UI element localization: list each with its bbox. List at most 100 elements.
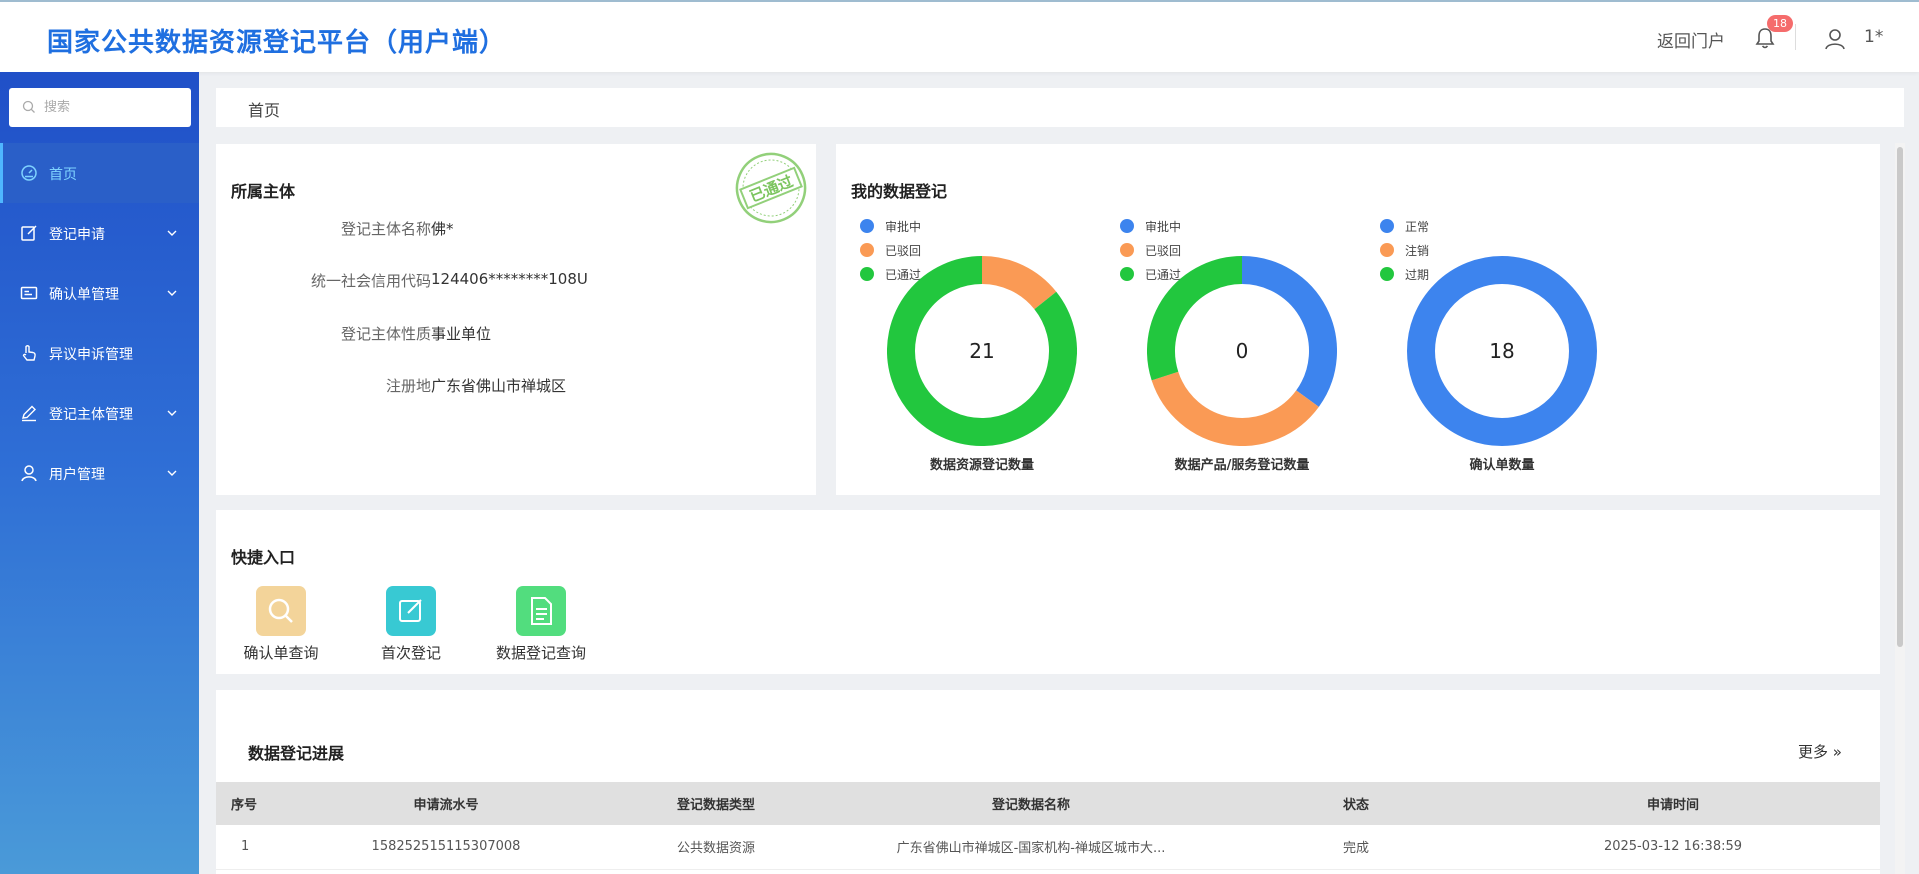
- subject-row-name: 登记主体名称 佛*: [216, 218, 816, 242]
- chevron-down-icon: [167, 230, 177, 236]
- subject-row-address: 注册地 广东省佛山市禅城区: [216, 375, 816, 399]
- search-input[interactable]: [44, 96, 184, 118]
- subject-card-title: 所属主体: [231, 182, 296, 201]
- donut-caption: 确认单数量: [1469, 458, 1535, 473]
- donut-chart-product: 0: [1147, 256, 1337, 446]
- edit-icon: [386, 586, 436, 636]
- table-cell: 公共数据资源: [616, 825, 816, 870]
- my-registration-card: 我的数据登记 审批中 已驳回 已通过 21 数据资源登记数量 审批中 已驳回 已…: [836, 144, 1880, 495]
- column-header: 状态: [1246, 782, 1466, 825]
- scrollbar-thumb[interactable]: [1897, 147, 1903, 647]
- subject-row-nature: 登记主体性质 事业单位: [216, 323, 816, 347]
- approved-stamp: 已通过: [735, 152, 807, 224]
- legend-dot: [860, 267, 874, 281]
- subject-value: 事业单位: [431, 325, 492, 343]
- sidebar-item-confirmation-management[interactable]: 确认单管理: [0, 263, 199, 323]
- subject-card: 所属主体 已通过 登记主体名称 佛* 统一社会信用代码 124406******…: [216, 144, 816, 495]
- donut-caption: 数据资源登记数量: [929, 458, 1034, 473]
- column-header: 申请流水号: [276, 782, 616, 825]
- sidebar-item-user-management[interactable]: 用户管理: [0, 443, 199, 503]
- notification-badge: 18: [1767, 15, 1793, 32]
- column-header: 登记数据名称: [816, 782, 1246, 825]
- pen-icon: [22, 405, 36, 422]
- donut-slice: [1241, 256, 1337, 407]
- quick-label: 确认单查询: [243, 644, 319, 662]
- subject-label: 统一社会信用代码: [310, 272, 431, 290]
- chevron-down-icon: [167, 290, 177, 296]
- donut-chart-resource: 21: [887, 256, 1077, 446]
- sidebar: 首页 登记申请 确认单管理 异议申诉管理 登记主体管理: [0, 72, 199, 874]
- user-avatar-icon[interactable]: [1824, 27, 1846, 51]
- dashboard-icon: [21, 165, 37, 181]
- table-cell: 2025-03-12 16:38:59: [1466, 825, 1880, 870]
- main-scrollbar[interactable]: [1895, 143, 1905, 874]
- top-header: 国家公共数据资源登记平台（用户端） 返回门户 18 1*: [0, 0, 1919, 72]
- progress-title: 数据登记进展: [248, 744, 345, 763]
- sidebar-item-label: 用户管理: [49, 467, 105, 483]
- id-card-icon: [20, 286, 38, 300]
- sidebar-item-label: 登记主体管理: [49, 407, 133, 423]
- subject-row-credit-code: 统一社会信用代码 124406********108U: [216, 270, 816, 294]
- progress-table: 序号 申请流水号 登记数据类型 登记数据名称 状态 申请时间 1 1582525…: [216, 782, 1880, 870]
- donut-slice: [1151, 371, 1319, 446]
- subject-label: 注册地: [385, 377, 431, 395]
- header-divider: [1795, 24, 1796, 50]
- legend-dot: [860, 243, 874, 257]
- sidebar-search[interactable]: [9, 88, 191, 127]
- subject-value: 佛*: [431, 220, 454, 238]
- donut-total: 21: [969, 339, 994, 363]
- legend-dot: [1380, 267, 1394, 281]
- table-header-row: 序号 申请流水号 登记数据类型 登记数据名称 状态 申请时间: [216, 782, 1880, 825]
- search-icon: [256, 586, 306, 636]
- sidebar-item-label: 确认单管理: [49, 287, 119, 303]
- legend-dot: [1120, 243, 1134, 257]
- sidebar-item-label: 异议申诉管理: [49, 347, 133, 363]
- table-cell: 1: [216, 825, 276, 870]
- sidebar-item-subject-management[interactable]: 登记主体管理: [0, 383, 199, 443]
- user-name[interactable]: 1*: [1864, 27, 1883, 47]
- subject-label: 登记主体性质: [340, 325, 431, 343]
- sidebar-item-home[interactable]: 首页: [0, 143, 199, 203]
- quick-entry-title: 快捷入口: [231, 548, 296, 567]
- quick-confirmation-query[interactable]: 确认单查询: [231, 586, 331, 668]
- user-icon: [21, 465, 37, 482]
- subject-label: 登记主体名称: [340, 220, 431, 238]
- table-cell: 158252515115307008: [276, 825, 616, 870]
- donut-slice: [1147, 256, 1243, 381]
- more-label: 更多: [1798, 743, 1829, 761]
- document-icon: [516, 586, 566, 636]
- sidebar-item-label: 首页: [49, 167, 77, 183]
- donut-total: 18: [1489, 339, 1514, 363]
- quick-first-registration[interactable]: 首次登记: [361, 586, 461, 668]
- donut-slice: [981, 256, 1057, 310]
- more-link[interactable]: 更多 »: [1798, 741, 1842, 762]
- quick-data-registration-query[interactable]: 数据登记查询: [486, 586, 596, 668]
- quick-entry-card: 快捷入口 确认单查询 首次登记 数据登记查询: [216, 510, 1880, 674]
- sidebar-item-objection-appeal[interactable]: 异议申诉管理: [0, 323, 199, 383]
- quick-label: 数据登记查询: [495, 644, 586, 662]
- legend-dot: [1380, 219, 1394, 233]
- return-portal-link[interactable]: 返回门户: [1657, 27, 1725, 52]
- subject-value: 124406********108U: [431, 270, 588, 288]
- hand-pointer-icon: [22, 345, 36, 361]
- sidebar-item-registration-apply[interactable]: 登记申请: [0, 203, 199, 263]
- breadcrumb: 首页: [216, 88, 1904, 127]
- chevron-down-icon: [167, 410, 177, 416]
- donut-caption: 数据产品/服务登记数量: [1174, 458, 1310, 473]
- donut-total: 0: [1236, 339, 1249, 363]
- edit-icon: [21, 225, 37, 241]
- legend-dot: [1380, 243, 1394, 257]
- chevron-down-icon: [167, 470, 177, 476]
- legend-label: 审批中: [1145, 220, 1182, 234]
- column-header: 登记数据类型: [616, 782, 816, 825]
- breadcrumb-home[interactable]: 首页: [248, 97, 280, 121]
- double-chevron-right-icon: »: [1832, 743, 1842, 761]
- donut-chart-confirmation: 18: [1407, 256, 1597, 446]
- column-header: 申请时间: [1466, 782, 1880, 825]
- table-cell: 广东省佛山市禅城区-国家机构-禅城区城市大...: [816, 825, 1246, 870]
- table-cell: 完成: [1246, 825, 1466, 870]
- table-row[interactable]: 1 158252515115307008 公共数据资源 广东省佛山市禅城区-国家…: [216, 825, 1880, 870]
- legend-dot: [1120, 267, 1134, 281]
- search-icon: [22, 100, 35, 113]
- my-registration-title: 我的数据登记: [851, 182, 948, 201]
